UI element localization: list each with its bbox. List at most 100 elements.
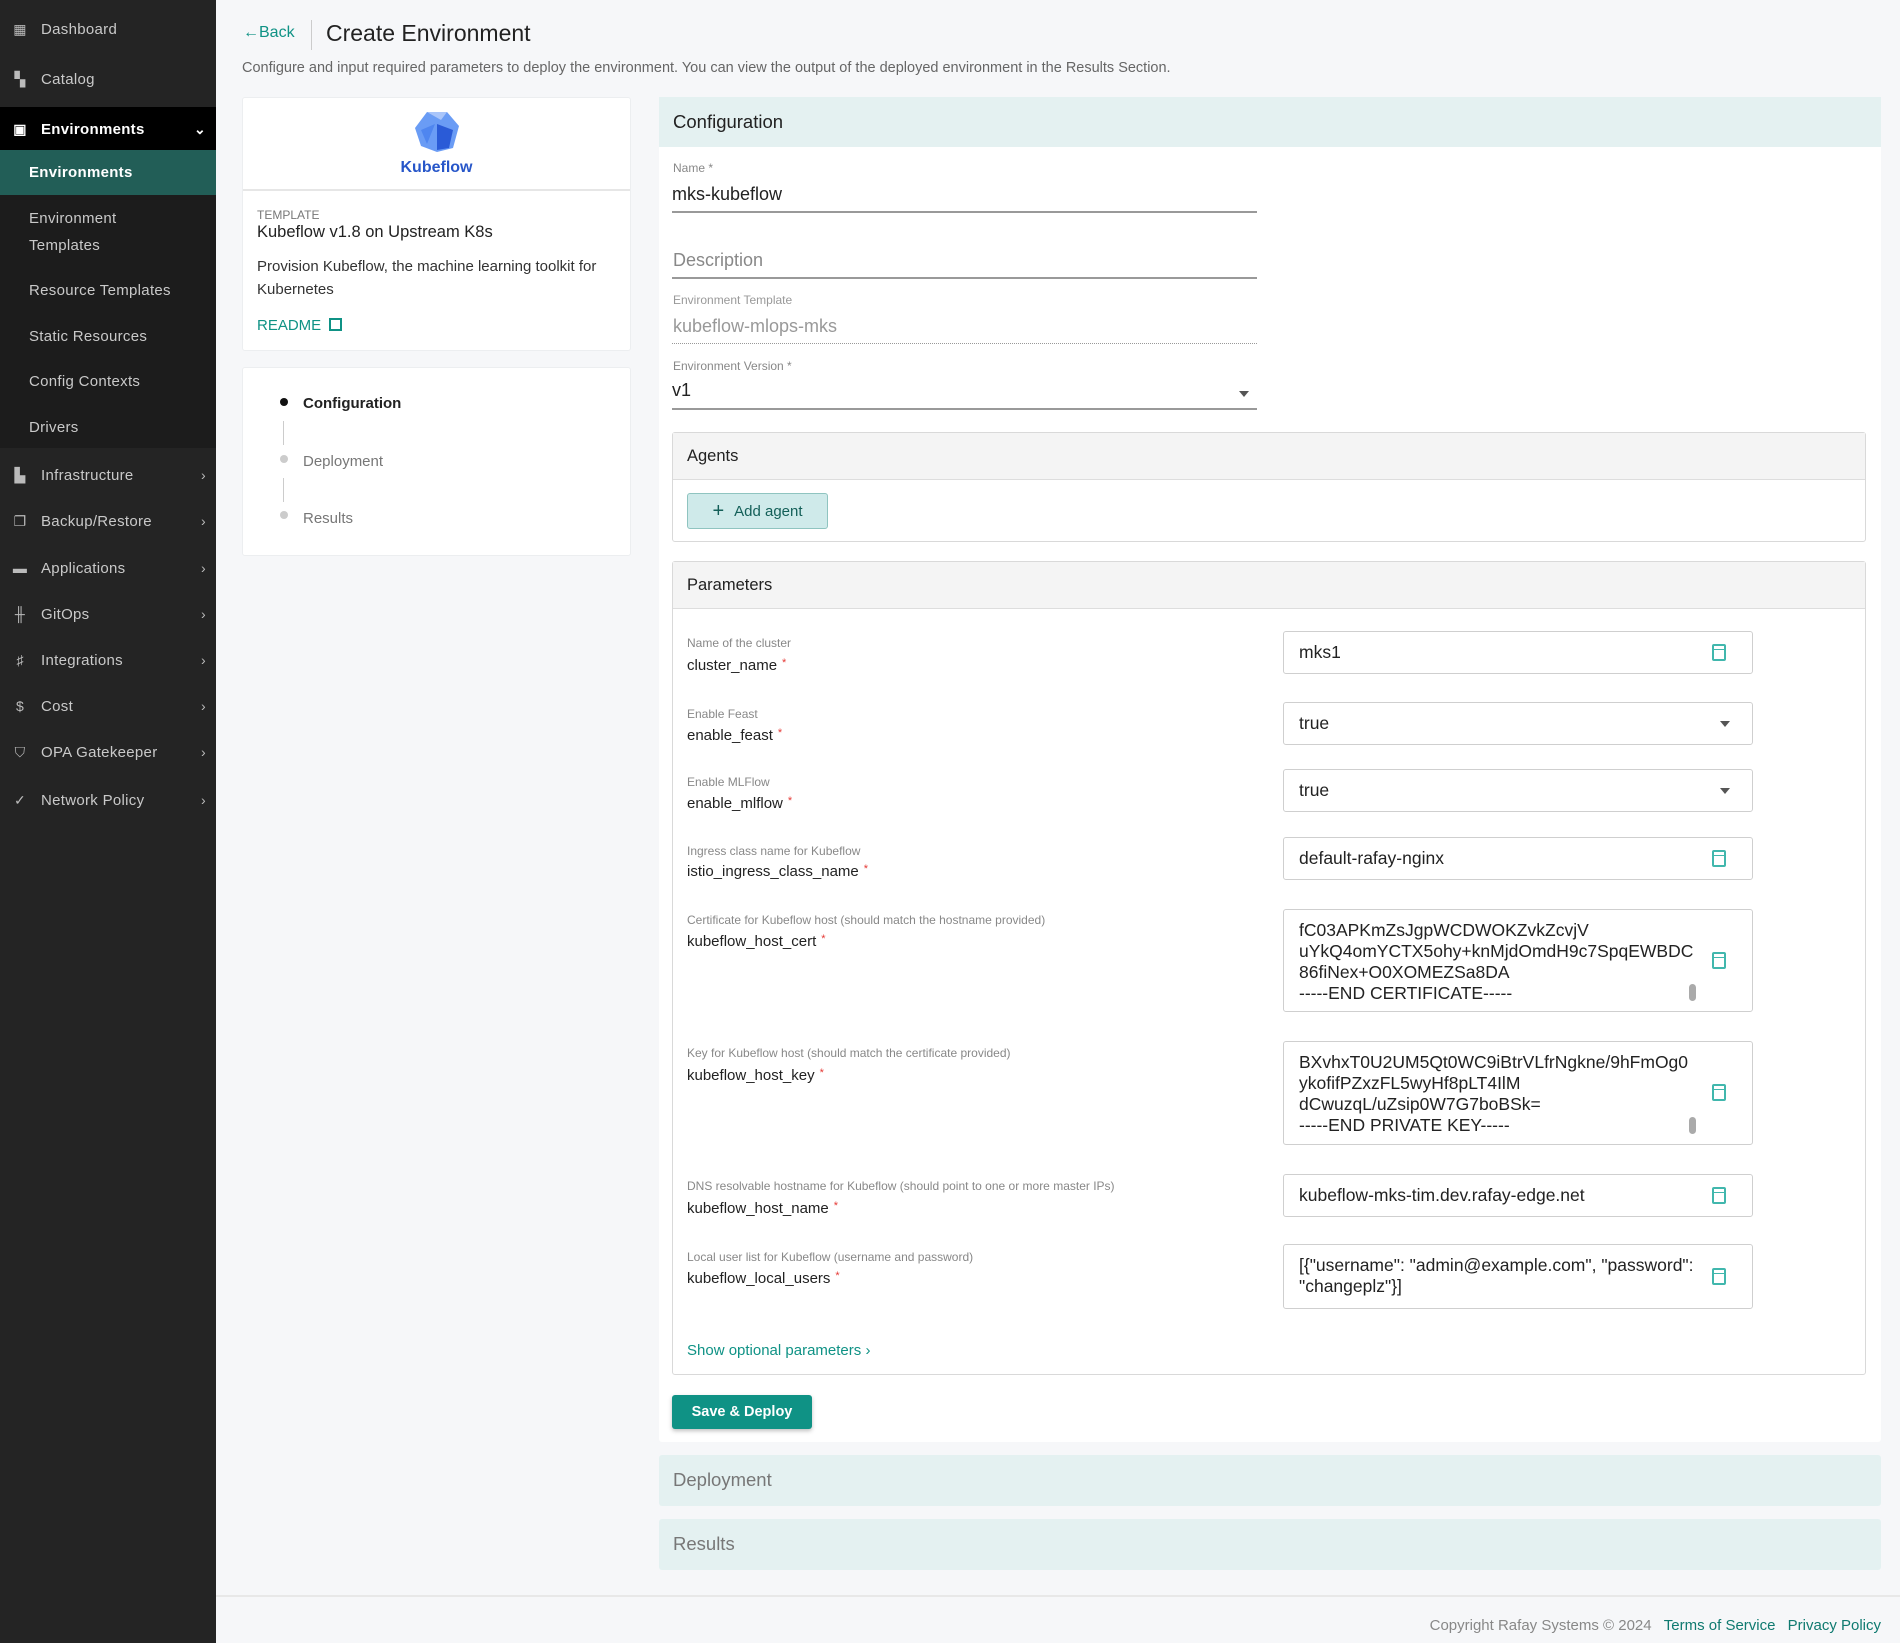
sidebar-subitem-environment-templates[interactable]: Environment Templates <box>29 205 149 259</box>
environment-template-label: Environment Template <box>673 293 793 307</box>
parameter-description: DNS resolvable hostname for Kubeflow (sh… <box>687 1179 1115 1193</box>
environments-icon: ▣ <box>13 120 27 137</box>
environment-version-select[interactable]: v1 <box>672 380 1257 410</box>
kubeflow-logo-icon <box>415 112 459 152</box>
step-dot <box>280 455 288 463</box>
step-connector <box>283 421 284 445</box>
sidebar-item-label: OPA Gatekeeper <box>41 743 158 761</box>
sidebar-subitem-config-contexts[interactable]: Config Contexts <box>29 368 140 395</box>
parameter-name-text: cluster_name <box>687 657 778 674</box>
parameter-description: Ingress class name for Kubeflow <box>687 844 861 858</box>
sidebar-item-environments[interactable]: ▣ Environments ⌄ <box>0 107 216 151</box>
required-mark: * <box>819 1067 824 1079</box>
code-editor-icon[interactable] <box>1712 643 1726 661</box>
parameter-name-text: kubeflow_host_cert <box>687 933 817 950</box>
host-cert-textarea[interactable]: fC03APKmZsJgpWCDWOKZvkZcvjV uYkQ4omYCTX5… <box>1283 909 1753 1012</box>
back-link[interactable]: ←Back <box>243 24 295 42</box>
privacy-link[interactable]: Privacy Policy <box>1788 1617 1881 1634</box>
description-underline <box>672 277 1257 279</box>
description-input[interactable]: Description <box>673 250 1258 271</box>
parameter-name-text: kubeflow_local_users <box>687 1270 831 1287</box>
code-editor-icon[interactable] <box>1712 1186 1726 1204</box>
sidebar-subitem-label: Environments <box>29 164 133 181</box>
show-optional-label: Show optional parameters <box>687 1342 862 1359</box>
sidebar-item-label: Applications <box>41 559 126 577</box>
results-section-header[interactable]: Results <box>659 1519 1881 1570</box>
sidebar-subitem-environments[interactable]: Environments <box>0 150 216 195</box>
template-logo-area: Kubeflow <box>243 98 630 191</box>
terms-link[interactable]: Terms of Service <box>1664 1617 1776 1634</box>
step-dot <box>280 511 288 519</box>
parameter-name: cluster_name * <box>687 657 786 674</box>
save-deploy-button[interactable]: Save & Deploy <box>672 1395 812 1429</box>
name-underline <box>672 211 1257 213</box>
host-name-input[interactable]: kubeflow-mks-tim.dev.rafay-edge.net <box>1283 1174 1753 1217</box>
name-input[interactable]: mks-kubeflow <box>672 184 1257 212</box>
kubeflow-logo-text: Kubeflow <box>400 159 473 176</box>
step-configuration[interactable]: Configuration <box>303 395 401 412</box>
sidebar-item-applications[interactable]: ▬ Applications › <box>0 548 216 588</box>
parameter-description: Certificate for Kubeflow host (should ma… <box>687 913 1046 927</box>
code-editor-icon[interactable] <box>1712 951 1726 969</box>
deployment-section-header[interactable]: Deployment <box>659 1455 1881 1506</box>
sidebar-item-infrastructure[interactable]: ▙ Infrastructure › <box>0 455 216 495</box>
readme-link[interactable]: README <box>257 317 343 334</box>
sidebar-item-network-policy[interactable]: ✓ Network Policy › <box>0 780 216 820</box>
sidebar-item-label: Cost <box>41 697 74 715</box>
chevron-down-icon: ⌄ <box>193 120 206 137</box>
external-link-icon <box>329 318 343 331</box>
sidebar-subitem-drivers[interactable]: Drivers <box>29 414 79 441</box>
parameter-name-text: enable_feast <box>687 727 773 744</box>
version-value: v1 <box>672 380 692 400</box>
parameter-name: istio_ingress_class_name * <box>687 863 868 880</box>
sidebar-item-opa-gatekeeper[interactable]: ⛉ OPA Gatekeeper › <box>0 732 216 772</box>
enable-mlflow-select[interactable]: true <box>1283 769 1753 812</box>
scrollbar[interactable] <box>1689 984 1696 1001</box>
step-results[interactable]: Results <box>303 510 353 527</box>
sidebar-subitem-static-resources[interactable]: Static Resources <box>29 323 147 350</box>
shield-check-icon: ✓ <box>13 791 27 808</box>
step-dot-active <box>280 398 288 406</box>
add-agent-button[interactable]: + Add agent <box>687 493 828 529</box>
dashboard-icon: ▦ <box>13 20 27 37</box>
input-value: mks1 <box>1299 642 1341 662</box>
scrollbar[interactable] <box>1689 1117 1696 1134</box>
sidebar-item-integrations[interactable]: ♯ Integrations › <box>0 640 216 680</box>
version-underline <box>672 408 1257 410</box>
parameter-name: enable_mlflow * <box>687 795 792 812</box>
ingress-class-input[interactable]: default-rafay-nginx <box>1283 837 1753 880</box>
sidebar-item-label: Integrations <box>41 651 123 669</box>
code-editor-icon[interactable] <box>1712 1084 1726 1101</box>
select-value: true <box>1299 713 1330 733</box>
required-mark: * <box>821 933 826 945</box>
sidebar-item-catalog[interactable]: ▚ Catalog <box>0 59 216 99</box>
textarea-value: [{"username": "admin@example.com", "pass… <box>1299 1255 1694 1296</box>
chevron-right-icon: › <box>201 513 206 529</box>
parameter-name-text: istio_ingress_class_name <box>687 863 859 880</box>
environments-submenu: Environment Templates Resource Templates… <box>0 195 216 448</box>
dropdown-arrow-icon <box>1720 787 1730 794</box>
select-value: true <box>1299 780 1330 800</box>
local-users-textarea[interactable]: [{"username": "admin@example.com", "pass… <box>1283 1244 1753 1309</box>
parameter-name-text: kubeflow_host_name <box>687 1200 829 1217</box>
code-editor-icon[interactable] <box>1712 849 1726 867</box>
required-mark: * <box>833 1200 839 1212</box>
chevron-right-icon: › <box>201 792 206 808</box>
chevron-right-icon: › <box>201 560 206 576</box>
host-key-textarea[interactable]: BXvhxT0U2UM5Qt0WC9iBtrVLfrNgkne/9hFmOg0 … <box>1283 1041 1753 1145</box>
show-optional-parameters-link[interactable]: Show optional parameters › <box>687 1342 870 1359</box>
sidebar-subitem-resource-templates[interactable]: Resource Templates <box>29 277 171 304</box>
parameter-description: Key for Kubeflow host (should match the … <box>687 1046 1011 1060</box>
sidebar: ▦ Dashboard ▚ Catalog ▣ Environments ⌄ Envir… <box>0 0 216 1643</box>
sidebar-item-dashboard[interactable]: ▦ Dashboard <box>0 9 216 49</box>
sidebar-item-backup-restore[interactable]: ❐ Backup/Restore › <box>0 501 216 541</box>
step-deployment[interactable]: Deployment <box>303 453 383 470</box>
sidebar-item-label: GitOps <box>41 605 90 623</box>
sidebar-item-cost[interactable]: $ Cost › <box>0 686 216 726</box>
sidebar-item-label: Environments <box>41 120 145 138</box>
cluster-name-input[interactable]: mks1 <box>1283 631 1753 674</box>
enable-feast-select[interactable]: true <box>1283 702 1753 745</box>
code-editor-icon[interactable] <box>1712 1267 1726 1285</box>
sidebar-item-gitops[interactable]: ╫ GitOps › <box>0 594 216 634</box>
parameter-name: enable_feast * <box>687 727 782 744</box>
